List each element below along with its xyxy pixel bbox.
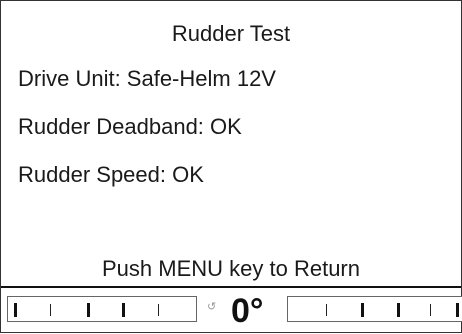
rudder-direction-arrow-icon: ↺ xyxy=(207,301,217,313)
scale-tick xyxy=(456,303,459,317)
scale-tick xyxy=(326,304,327,316)
return-instruction: Push MENU key to Return xyxy=(102,256,360,281)
screen-title: Rudder Test xyxy=(171,21,291,46)
rudder-angle-readout: 0° xyxy=(231,292,264,330)
scale-tick xyxy=(122,303,125,317)
drive-unit-line: Drive Unit: Safe-Helm 12V xyxy=(18,66,276,91)
scale-tick xyxy=(158,304,159,316)
indicator-divider xyxy=(1,286,461,288)
rudder-angle-indicator: ↺ 0° xyxy=(1,290,462,334)
rudder-speed-line: Rudder Speed: OK xyxy=(18,162,204,187)
scale-tick xyxy=(430,304,431,316)
scale-tick xyxy=(87,303,90,317)
starboard-rudder-scale xyxy=(287,296,462,322)
rudder-test-screen: Rudder Test Drive Unit: Safe-Helm 12V Ru… xyxy=(0,0,462,333)
scale-tick xyxy=(50,304,51,316)
scale-tick xyxy=(14,303,17,317)
rudder-deadband-line: Rudder Deadband: OK xyxy=(18,114,242,139)
scale-tick xyxy=(361,303,364,317)
port-rudder-scale xyxy=(7,296,197,322)
scale-tick xyxy=(397,303,400,317)
